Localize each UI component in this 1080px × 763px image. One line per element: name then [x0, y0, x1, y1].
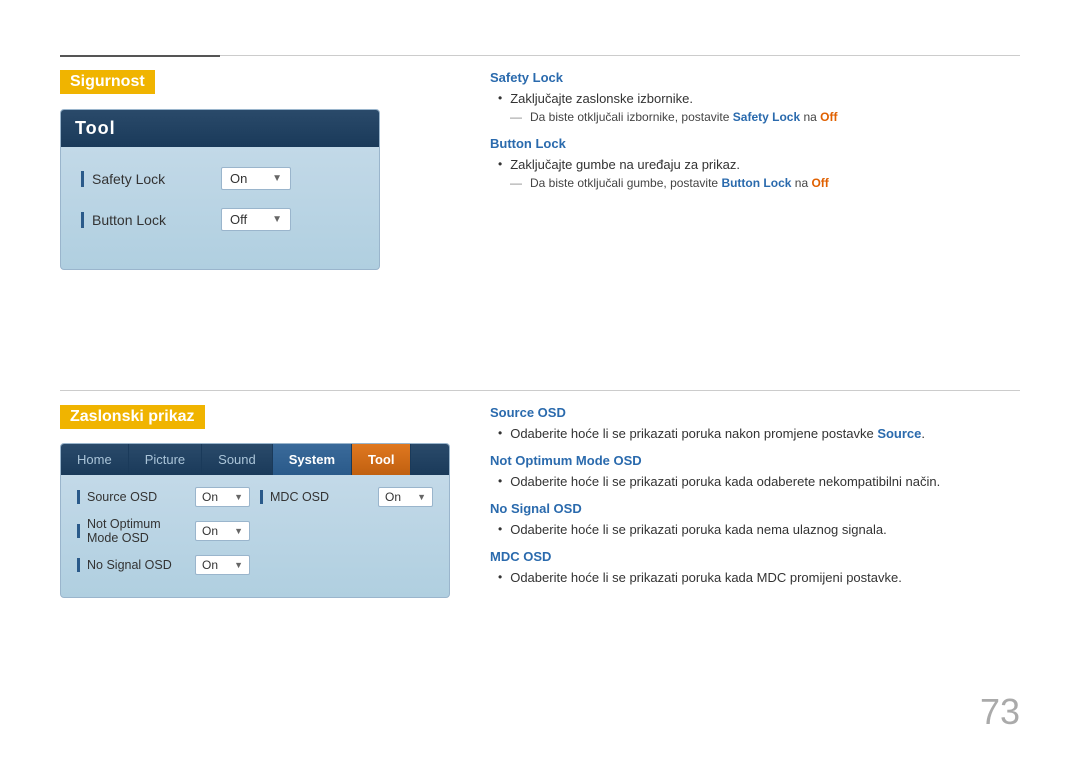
- button-lock-bullet: • Zaključajte gumbe na uređaju za prikaz…: [498, 157, 1030, 172]
- source-osd-bullet: • Odaberite hoće li se prikazati poruka …: [498, 426, 1030, 441]
- bullet-dot: •: [498, 570, 502, 584]
- label-bar: [77, 490, 80, 504]
- mdc-osd-text: Odaberite hoće li se prikazati poruka ka…: [510, 570, 902, 585]
- safety-lock-bullet: • Zaključajte zaslonske izbornike.: [498, 91, 1030, 106]
- bullet-dot: •: [498, 522, 502, 536]
- not-optimum-select[interactable]: On ▼: [195, 521, 250, 541]
- safety-lock-sub-text: Da biste otključali izbornike, postavite…: [530, 110, 837, 124]
- label-bar: [260, 490, 263, 504]
- no-signal-bullet: • Odaberite hoće li se prikazati poruka …: [498, 522, 1030, 537]
- mdc-osd-bullet: • Odaberite hoće li se prikazati poruka …: [498, 570, 1030, 585]
- safety-lock-bullet-text: Zaključajte zaslonske izbornike.: [510, 91, 693, 106]
- tool-row-safety-lock: Safety Lock On ▼: [81, 167, 359, 190]
- sub-dash: —: [510, 176, 522, 190]
- label-bar: [77, 558, 80, 572]
- osd-row-mdc: MDC OSD On ▼: [260, 487, 433, 507]
- bullet-dot: •: [498, 426, 502, 440]
- osd-panel: Home Picture Sound System Tool: [60, 443, 450, 598]
- safety-lock-heading: Safety Lock: [490, 70, 1030, 85]
- not-optimum-text: Odaberite hoće li se prikazati poruka ka…: [510, 474, 940, 489]
- source-osd-select[interactable]: On ▼: [195, 487, 250, 507]
- safety-lock-off: Off: [820, 110, 837, 124]
- no-signal-select[interactable]: On ▼: [195, 555, 250, 575]
- mdc-osd-heading: MDC OSD: [490, 549, 1030, 564]
- label-bar: [77, 524, 80, 538]
- tool-panel-header: Tool: [61, 110, 379, 147]
- osd-row-source: Source OSD On ▼: [77, 487, 250, 507]
- button-lock-sub: — Da biste otključali gumbe, postavite B…: [510, 176, 1030, 190]
- button-lock-sub-text: Da biste otključali gumbe, postavite But…: [530, 176, 829, 190]
- select-arrow: ▼: [234, 492, 243, 502]
- tool-panel: Tool Safety Lock On ▼ Button Lock: [60, 109, 380, 270]
- tab-sound[interactable]: Sound: [202, 444, 273, 475]
- osd-tabs: Home Picture Sound System Tool: [61, 444, 449, 475]
- safety-lock-sub: — Da biste otključali izbornike, postavi…: [510, 110, 1030, 124]
- no-signal-text: Odaberite hoće li se prikazati poruka ka…: [510, 522, 887, 537]
- sub-dash: —: [510, 110, 522, 124]
- tab-home[interactable]: Home: [61, 444, 129, 475]
- osd-left-col: Source OSD On ▼ Not Optimum Mode OSD: [77, 487, 250, 585]
- select-arrow: ▼: [234, 560, 243, 570]
- safety-lock-label: Safety Lock: [81, 171, 221, 187]
- top-line-accent: [60, 55, 220, 57]
- section-zaslonski: Zaslonski prikaz Home Picture Sound Syst…: [60, 405, 490, 598]
- osd-row-no-signal: No Signal OSD On ▼: [77, 555, 250, 575]
- tab-picture[interactable]: Picture: [129, 444, 202, 475]
- tab-tool[interactable]: Tool: [352, 444, 411, 475]
- button-lock-label: Button Lock: [81, 212, 221, 228]
- source-highlight: Source: [877, 426, 921, 441]
- safety-lock-highlight: Safety Lock: [733, 110, 800, 124]
- not-optimum-heading: Not Optimum Mode OSD: [490, 453, 1030, 468]
- safety-lock-select[interactable]: On ▼: [221, 167, 291, 190]
- osd-body: Source OSD On ▼ Not Optimum Mode OSD: [61, 475, 449, 597]
- label-bar: [81, 171, 84, 187]
- select-arrow: ▼: [234, 526, 243, 536]
- safety-lock-arrow: ▼: [272, 173, 282, 184]
- button-lock-bullet-text: Zaključajte gumbe na uređaju za prikaz.: [510, 157, 740, 172]
- bullet-dot: •: [498, 91, 502, 105]
- no-signal-label: No Signal OSD: [77, 558, 187, 572]
- bullet-dot: •: [498, 157, 502, 171]
- label-bar: [81, 212, 84, 228]
- page-number: 73: [980, 691, 1020, 733]
- section-sigurnost: Sigurnost Tool Safety Lock On ▼: [60, 70, 480, 270]
- source-osd-heading: Source OSD: [490, 405, 1030, 420]
- button-lock-arrow: ▼: [272, 214, 282, 225]
- bullet-dot: •: [498, 474, 502, 488]
- button-lock-highlight: Button Lock: [721, 176, 791, 190]
- middle-divider: [60, 390, 1020, 391]
- button-lock-select[interactable]: Off ▼: [221, 208, 291, 231]
- sigurnost-description: Safety Lock • Zaključajte zaslonske izbo…: [490, 70, 1030, 194]
- mdc-osd-select[interactable]: On ▼: [378, 487, 433, 507]
- tool-row-button-lock: Button Lock Off ▼: [81, 208, 359, 231]
- select-arrow: ▼: [417, 492, 426, 502]
- osd-row-not-optimum: Not Optimum Mode OSD On ▼: [77, 517, 250, 545]
- button-lock-value: Off: [230, 212, 266, 227]
- sigurnost-title: Sigurnost: [60, 70, 155, 94]
- tab-system[interactable]: System: [273, 444, 352, 475]
- mdc-osd-label: MDC OSD: [260, 490, 370, 504]
- not-optimum-bullet: • Odaberite hoće li se prikazati poruka …: [498, 474, 1030, 489]
- zaslonski-title: Zaslonski prikaz: [60, 405, 205, 429]
- source-osd-text: Odaberite hoće li se prikazati poruka na…: [510, 426, 925, 441]
- no-signal-heading: No Signal OSD: [490, 501, 1030, 516]
- tool-panel-body: Safety Lock On ▼ Button Lock Off ▼: [61, 147, 379, 269]
- osd-right-col: MDC OSD On ▼: [260, 487, 433, 585]
- not-optimum-label: Not Optimum Mode OSD: [77, 517, 187, 545]
- source-osd-label: Source OSD: [77, 490, 187, 504]
- button-lock-text: Button Lock: [92, 212, 166, 228]
- page-container: Sigurnost Tool Safety Lock On ▼: [0, 0, 1080, 763]
- button-lock-off: Off: [811, 176, 828, 190]
- osd-columns: Source OSD On ▼ Not Optimum Mode OSD: [77, 487, 433, 585]
- safety-lock-value: On: [230, 171, 266, 186]
- zaslonski-description: Source OSD • Odaberite hoće li se prikaz…: [490, 405, 1030, 589]
- button-lock-heading: Button Lock: [490, 136, 1030, 151]
- safety-lock-text: Safety Lock: [92, 171, 165, 187]
